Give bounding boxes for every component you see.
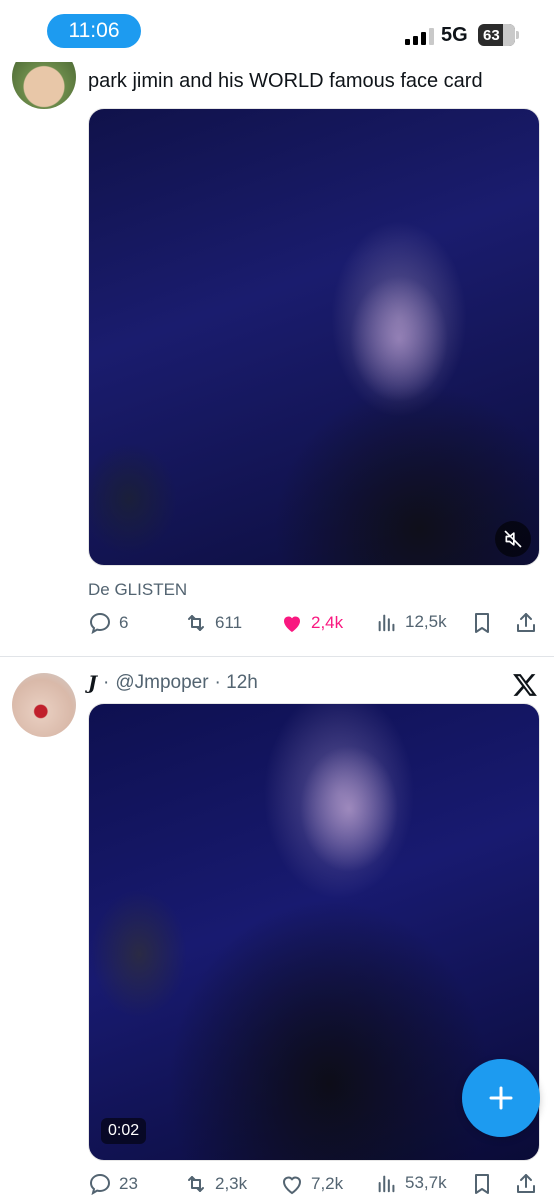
share-icon <box>517 1174 535 1193</box>
video-duration: 0:02 <box>101 1118 147 1144</box>
battery-level: 63 <box>483 26 500 44</box>
views-count: 53,7k <box>405 1173 447 1192</box>
reply-icon <box>89 1173 111 1196</box>
bookmark-button[interactable] <box>470 611 494 635</box>
video-source[interactable]: De GLISTEN <box>88 580 187 600</box>
share-button[interactable] <box>514 611 538 635</box>
share-button[interactable] <box>514 1172 538 1196</box>
views-icon <box>378 614 395 632</box>
retweet-icon <box>188 1176 204 1192</box>
reply-icon <box>89 612 111 635</box>
bookmark-icon <box>475 1174 489 1194</box>
reply-count: 6 <box>119 613 129 632</box>
tweet-time: · 12h <box>214 672 258 693</box>
battery-icon: 63 <box>478 24 515 46</box>
heart-icon <box>282 1176 302 1195</box>
retweet-count: 611 <box>215 613 243 632</box>
views-button[interactable]: 53,7k <box>376 1172 447 1194</box>
compose-button[interactable] <box>462 1059 540 1137</box>
reply-button[interactable]: 6 <box>88 611 128 635</box>
user-handle[interactable]: @Jmpoper <box>115 672 208 694</box>
avatar[interactable] <box>12 673 76 737</box>
share-icon <box>517 613 535 632</box>
bookmark-icon <box>475 613 489 633</box>
like-button[interactable]: 2,4k <box>280 611 343 635</box>
mute-button[interactable] <box>495 521 531 557</box>
like-count: 2,4k <box>311 613 344 632</box>
tweet-text: park jimin and his WORLD famous face car… <box>88 70 483 92</box>
views-count: 12,5k <box>405 612 447 631</box>
plus-icon <box>489 1086 513 1110</box>
name-separator: · <box>103 672 110 693</box>
reply-count: 23 <box>119 1174 138 1193</box>
status-time: 11:06 <box>47 14 141 48</box>
tweet-actions: 6 611 2,4k 12,5k <box>88 611 540 641</box>
heart-filled-icon <box>284 616 300 632</box>
signal-icon <box>405 27 434 45</box>
muted-speaker-icon <box>504 530 522 548</box>
retweet-button[interactable]: 611 <box>184 611 242 635</box>
status-bar: 11:06 5G 63 <box>0 0 554 62</box>
display-name[interactable]: J <box>88 672 97 694</box>
views-button[interactable]: 12,5k <box>376 611 447 633</box>
tweet-actions: 23 2,3k 7,2k 53,7k <box>88 1172 540 1199</box>
x-logo-icon <box>513 674 537 696</box>
like-count: 7,2k <box>311 1174 344 1193</box>
retweet-count: 2,3k <box>215 1174 248 1193</box>
like-button[interactable]: 7,2k <box>280 1172 343 1196</box>
network-type: 5G <box>441 24 468 46</box>
retweet-button[interactable]: 2,3k <box>184 1172 247 1196</box>
tweet-video[interactable] <box>88 108 540 566</box>
tweet-header: J · @Jmpoper · 12h <box>88 672 258 694</box>
bookmark-button[interactable] <box>470 1172 494 1196</box>
battery-tip <box>516 31 519 39</box>
reply-button[interactable]: 23 <box>88 1172 138 1196</box>
views-icon <box>378 1175 395 1193</box>
tweet-divider <box>0 656 554 657</box>
retweet-icon <box>188 615 204 631</box>
